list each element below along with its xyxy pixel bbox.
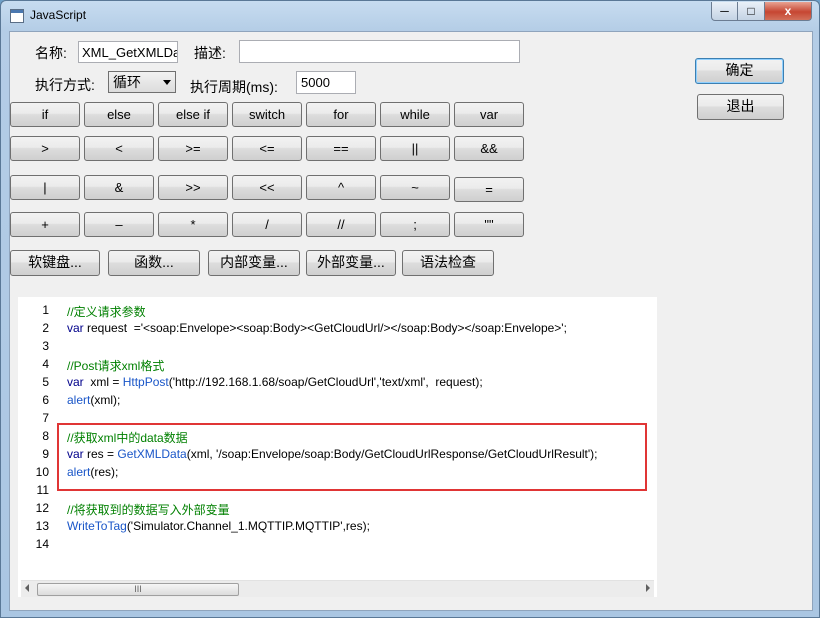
- key-less[interactable]: <: [84, 136, 154, 161]
- key-semicolon[interactable]: ;: [380, 212, 450, 237]
- chevron-down-icon: [163, 80, 171, 85]
- code-text: request ='<soap:Envelope><soap:Body><Get…: [83, 321, 567, 335]
- scroll-left-icon[interactable]: [25, 584, 29, 592]
- key-switch[interactable]: switch: [232, 102, 302, 127]
- execution-mode-select[interactable]: 循环: [108, 71, 176, 93]
- line-number: 13: [35, 519, 49, 533]
- keyword: var: [67, 321, 84, 335]
- code-text: xml =: [83, 375, 123, 389]
- syntax-check-button[interactable]: 语法检查: [402, 250, 494, 276]
- line-number: 7: [42, 411, 49, 425]
- horizontal-scrollbar[interactable]: III: [21, 580, 654, 597]
- name-label: 名称:: [35, 45, 67, 61]
- line-number: 11: [36, 483, 49, 497]
- window-title: JavaScript: [30, 8, 87, 22]
- dialog-client-area: 名称: XML_GetXMLData 描述: 执行方式: 循环 执行周期(ms)…: [9, 31, 813, 611]
- code-text: ('Simulator.Channel_1.MQTTIP.MQTTIP',res…: [126, 519, 370, 533]
- scroll-right-icon[interactable]: [646, 584, 650, 592]
- scroll-thumb[interactable]: III: [37, 583, 239, 596]
- line-number-gutter: 1 2 3 4 5 6 7 8 9 10 11 12 13 14: [19, 298, 59, 580]
- key-multiply[interactable]: *: [158, 212, 228, 237]
- ok-button[interactable]: 确定: [695, 58, 784, 84]
- minimize-button[interactable]: ─: [711, 2, 738, 21]
- maximize-button[interactable]: □: [737, 2, 765, 21]
- external-variables-button[interactable]: 外部变量...: [306, 250, 396, 276]
- javascript-dialog: JavaScript ─ □ x 名称: XML_GetXMLData 描述: …: [0, 0, 820, 618]
- line-number: 6: [42, 393, 49, 407]
- key-shift-left[interactable]: <<: [232, 175, 302, 200]
- key-comment[interactable]: //: [306, 212, 376, 237]
- title-bar[interactable]: JavaScript ─ □ x: [1, 1, 819, 29]
- key-else[interactable]: else: [84, 102, 154, 127]
- key-greater-equal[interactable]: >=: [158, 136, 228, 161]
- key-greater[interactable]: >: [10, 136, 80, 161]
- name-input[interactable]: XML_GetXMLData: [78, 41, 178, 63]
- key-while[interactable]: while: [380, 102, 450, 127]
- line-number: 1: [42, 303, 49, 317]
- key-plus[interactable]: +: [10, 212, 80, 237]
- execution-period-input[interactable]: 5000: [296, 71, 356, 94]
- key-assign[interactable]: =: [454, 177, 524, 202]
- line-number: 14: [35, 537, 49, 551]
- key-bitwise-not[interactable]: ~: [380, 175, 450, 200]
- code-line-12: //将获取到的数据写入外部变量: [67, 503, 230, 517]
- description-input[interactable]: [239, 40, 520, 63]
- line-number: 8: [42, 429, 49, 443]
- key-quotes[interactable]: "": [454, 212, 524, 237]
- code-text: (xml);: [90, 393, 121, 407]
- line-number: 2: [42, 321, 49, 335]
- key-var[interactable]: var: [454, 102, 524, 127]
- line-number: 4: [42, 357, 49, 371]
- key-logical-and[interactable]: &&: [454, 136, 524, 161]
- function-name: WriteToTag: [67, 519, 127, 533]
- code-editor[interactable]: 1 2 3 4 5 6 7 8 9 10 11 12 13 14 //定义请求参…: [18, 297, 657, 597]
- function-name: HttpPost: [122, 375, 169, 389]
- code-line-4: //Post请求xml格式: [67, 359, 165, 373]
- execution-mode-value: 循环: [113, 74, 141, 90]
- execution-period-label: 执行周期(ms):: [190, 79, 278, 95]
- key-bitwise-and[interactable]: &: [84, 175, 154, 200]
- key-divide[interactable]: /: [232, 212, 302, 237]
- execution-mode-label: 执行方式:: [35, 77, 95, 93]
- code-line-2: var request ='<soap:Envelope><soap:Body>…: [67, 321, 567, 335]
- key-else-if[interactable]: else if: [158, 102, 228, 127]
- app-icon: [10, 9, 24, 23]
- key-for[interactable]: for: [306, 102, 376, 127]
- line-number: 5: [42, 375, 49, 389]
- exit-button[interactable]: 退出: [697, 94, 784, 120]
- internal-variables-button[interactable]: 内部变量...: [208, 250, 300, 276]
- line-number: 9: [42, 447, 49, 461]
- description-label: 描述:: [194, 45, 226, 61]
- highlight-box: [57, 423, 647, 491]
- key-xor[interactable]: ^: [306, 175, 376, 200]
- key-less-equal[interactable]: <=: [232, 136, 302, 161]
- key-bitwise-or[interactable]: |: [10, 175, 80, 200]
- functions-button[interactable]: 函数...: [108, 250, 200, 276]
- close-button[interactable]: x: [764, 2, 812, 21]
- line-number: 12: [35, 501, 49, 515]
- keyword: var: [67, 375, 84, 389]
- key-shift-right[interactable]: >>: [158, 175, 228, 200]
- key-equal-equal[interactable]: ==: [306, 136, 376, 161]
- code-line-6: alert(xml);: [67, 393, 120, 407]
- code-line-5: var xml = HttpPost('http://192.168.1.68/…: [67, 375, 483, 389]
- key-if[interactable]: if: [10, 102, 80, 127]
- key-minus[interactable]: –: [84, 212, 154, 237]
- line-number: 3: [42, 339, 49, 353]
- line-number: 10: [35, 465, 49, 479]
- function-name: alert: [67, 393, 91, 407]
- code-line-1: //定义请求参数: [67, 305, 146, 319]
- code-line-13: WriteToTag('Simulator.Channel_1.MQTTIP.M…: [67, 519, 370, 533]
- soft-keyboard-button[interactable]: 软键盘...: [10, 250, 100, 276]
- code-text: ('http://192.168.1.68/soap/GetCloudUrl',…: [168, 375, 483, 389]
- key-logical-or[interactable]: ||: [380, 136, 450, 161]
